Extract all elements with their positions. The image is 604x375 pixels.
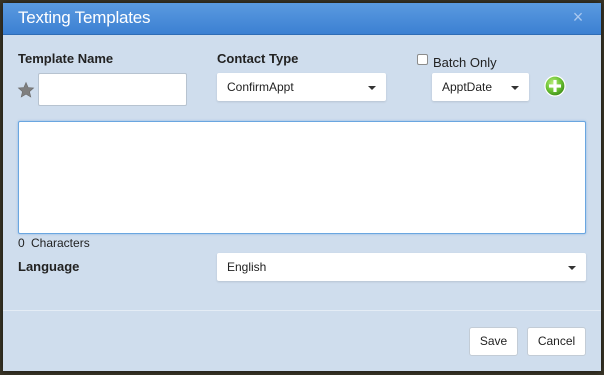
characters-label: Characters <box>31 236 90 250</box>
chevron-down-icon <box>368 86 376 90</box>
batch-only-label: Batch Only <box>433 55 497 70</box>
merge-field-value: ApptDate <box>442 80 493 94</box>
character-count: 0 <box>18 236 25 250</box>
language-select[interactable]: English <box>217 253 586 281</box>
chevron-down-icon <box>568 266 576 270</box>
close-icon[interactable]: × <box>570 8 586 26</box>
contact-type-select[interactable]: ConfirmAppt <box>217 73 386 101</box>
texting-templates-dialog: Texting Templates × Template Name Contac… <box>3 3 601 371</box>
contact-type-value: ConfirmAppt <box>227 80 294 94</box>
message-textarea[interactable] <box>18 121 586 234</box>
language-value: English <box>227 260 267 274</box>
save-button[interactable]: Save <box>469 327 518 356</box>
star-icon[interactable] <box>17 81 35 99</box>
dialog-title: Texting Templates <box>18 8 151 27</box>
merge-field-select[interactable]: ApptDate <box>432 73 529 101</box>
cancel-button[interactable]: Cancel <box>527 327 586 356</box>
batch-only-checkbox[interactable] <box>417 54 428 65</box>
dialog-titlebar[interactable]: Texting Templates × <box>3 3 601 35</box>
chevron-down-icon <box>511 86 519 90</box>
template-name-input[interactable] <box>38 73 187 106</box>
contact-type-label: Contact Type <box>217 51 299 66</box>
footer-divider <box>3 310 601 311</box>
language-label: Language <box>18 259 80 274</box>
plus-circle-icon[interactable] <box>544 75 566 97</box>
template-name-label: Template Name <box>18 51 114 66</box>
